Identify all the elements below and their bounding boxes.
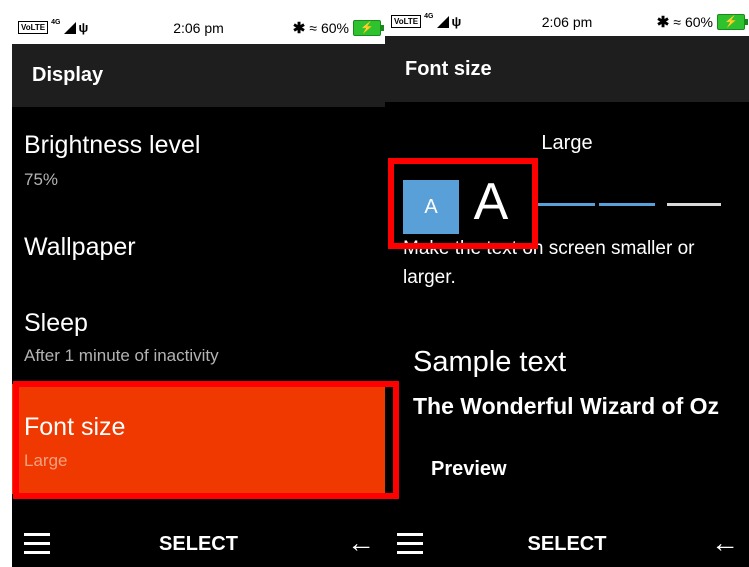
softkey-bar: SELECT ← — [385, 519, 749, 567]
vibrate-icon: ≈ — [673, 14, 681, 30]
highlight-box-font-glyphs — [388, 158, 538, 249]
slider-segment-2[interactable] — [599, 203, 655, 206]
page-title: Font size — [405, 58, 492, 80]
sample-text-body: The Wonderful Wizard of Oz — [413, 393, 720, 419]
current-font-size: Large — [541, 132, 593, 154]
softkey-bar: SELECT ← — [12, 519, 385, 567]
status-bar: VoLTE 4G ψ 2:06 pm ✱ ≈ 60% ⚡ — [12, 14, 385, 44]
highlight-box-font-size — [13, 381, 399, 499]
bluetooth-icon: ✱ — [656, 14, 670, 31]
app-bar: Display — [12, 44, 385, 107]
item-subtitle: 75% — [24, 170, 59, 189]
list-item-sleep[interactable]: Sleep After 1 minute of inactivity — [12, 294, 385, 384]
back-arrow-icon[interactable]: ← — [347, 527, 375, 559]
vibrate-icon: ≈ — [309, 20, 317, 36]
item-title: Wallpaper — [24, 233, 136, 261]
preview-label: Preview — [431, 458, 507, 480]
sample-text-heading: Sample text — [413, 346, 567, 378]
battery-percent: 60% — [684, 14, 713, 30]
select-softkey[interactable]: SELECT — [12, 533, 385, 556]
list-item-wallpaper[interactable]: Wallpaper — [12, 210, 385, 290]
back-arrow-icon[interactable]: ← — [711, 527, 739, 559]
slider-segment-1[interactable] — [537, 203, 595, 206]
select-softkey[interactable]: SELECT — [385, 533, 749, 556]
item-title: Sleep — [24, 309, 88, 337]
font-size-screen: VoLTE 4G ψ 2:06 pm ✱ ≈ 60% ⚡ Font size L… — [385, 8, 749, 567]
item-subtitle: After 1 minute of inactivity — [24, 346, 219, 365]
app-bar: Font size — [385, 36, 749, 102]
bluetooth-icon: ✱ — [292, 20, 306, 37]
list-item-brightness[interactable]: Brightness level 75% — [12, 114, 385, 202]
page-title: Display — [32, 64, 104, 86]
status-bar: VoLTE 4G ψ 2:06 pm ✱ ≈ 60% ⚡ — [385, 8, 749, 36]
battery-icon: ⚡ — [717, 14, 748, 30]
slider-segment-3[interactable] — [667, 203, 721, 206]
battery-percent: 60% — [320, 20, 349, 36]
battery-icon: ⚡ — [353, 20, 384, 36]
item-title: Brightness level — [24, 131, 201, 159]
